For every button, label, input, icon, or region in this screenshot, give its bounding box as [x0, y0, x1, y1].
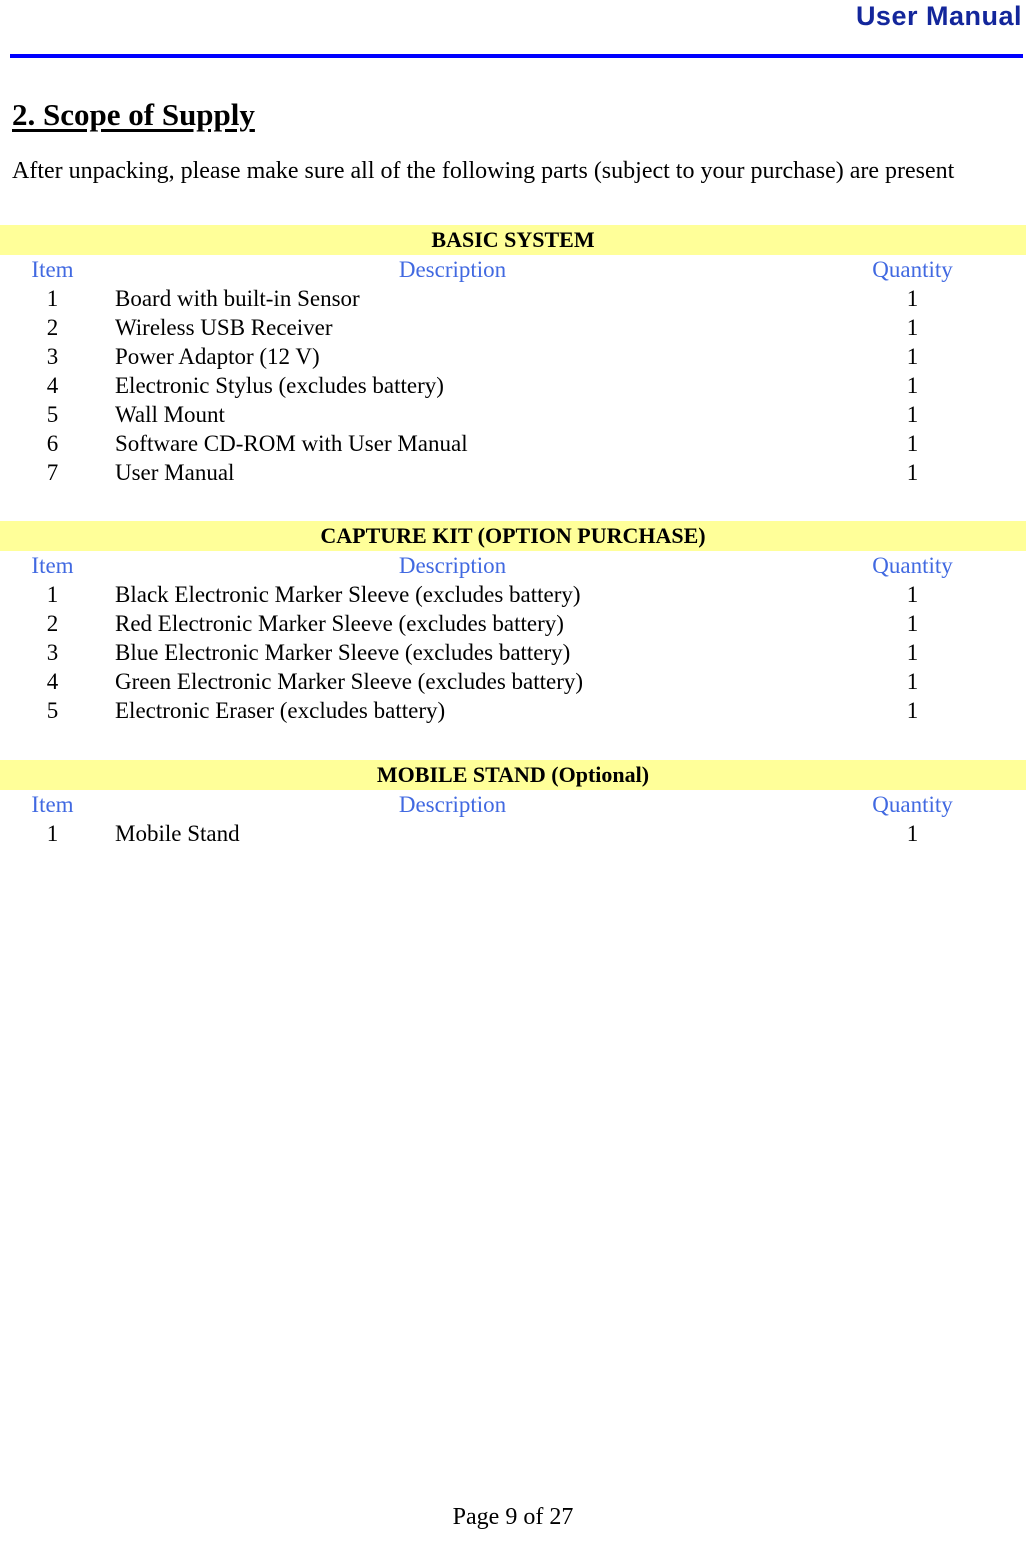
cell-quantity: 1 — [906, 640, 919, 665]
supply-table-capture-kit: CAPTURE KIT (OPTION PURCHASE) Item Descrip… — [0, 521, 1026, 725]
cell-quantity: 1 — [906, 582, 919, 607]
header-divider-rule — [10, 54, 1023, 58]
cell-item-number: 6 — [46, 431, 59, 456]
cell-quantity: 1 — [906, 821, 919, 846]
header-title: User Manual — [855, 1, 1022, 31]
cell-item-number: 4 — [46, 373, 59, 398]
cell-item-number: 1 — [46, 821, 59, 846]
cell-quantity: 1 — [906, 431, 919, 456]
cell-item-number: 7 — [46, 460, 59, 485]
column-header-quantity: Quantity — [872, 553, 953, 578]
table-row: 5 Wall Mount 1 — [0, 400, 1026, 429]
table-row: 2 Wireless USB Receiver 1 — [0, 313, 1026, 342]
table-header-row: Item Description Quantity — [0, 255, 1026, 284]
cell-quantity: 1 — [906, 698, 919, 723]
table-row: 4 Electronic Stylus (excludes battery) 1 — [0, 371, 1026, 400]
cell-description: Wireless USB Receiver — [115, 315, 333, 340]
table-row: 1 Mobile Stand 1 — [0, 819, 1026, 848]
cell-quantity: 1 — [906, 315, 919, 340]
cell-description: Electronic Stylus (excludes battery) — [115, 373, 444, 398]
page-header: User Manual — [0, 0, 1026, 58]
table-row: 1 Board with built-in Sensor 1 — [0, 284, 1026, 313]
cell-description: User Manual — [115, 460, 235, 485]
table-header-row: Item Description Quantity — [0, 790, 1026, 819]
cell-quantity: 1 — [906, 460, 919, 485]
table-row: 4 Green Electronic Marker Sleeve (exclude… — [0, 667, 1026, 696]
table-title-capture-kit: CAPTURE KIT (OPTION PURCHASE) — [0, 521, 1026, 551]
cell-description: Electronic Eraser (excludes battery) — [115, 698, 446, 723]
column-header-item: Item — [31, 257, 74, 282]
cell-description: Green Electronic Marker Sleeve (excludes… — [115, 669, 584, 694]
cell-item-number: 3 — [46, 344, 59, 369]
cell-quantity: 1 — [906, 611, 919, 636]
cell-item-number: 2 — [46, 611, 59, 636]
intro-paragraph: After unpacking, please make sure all of… — [12, 158, 955, 184]
supply-table-basic-system: BASIC SYSTEM Item Description Quantity 1 Boar… — [0, 225, 1026, 487]
table-row: 6 Software CD-ROM with User Manual 1 — [0, 429, 1026, 458]
cell-quantity: 1 — [906, 344, 919, 369]
column-header-quantity: Quantity — [872, 792, 953, 817]
table-row: 1 Black Electronic Marker Sleeve (exclude… — [0, 580, 1026, 609]
cell-description: Software CD-ROM with User Manual — [115, 431, 468, 456]
cell-description: Mobile Stand — [115, 821, 240, 846]
column-header-quantity: Quantity — [872, 257, 953, 282]
page-footer: Page 9 of 27 — [452, 1504, 574, 1530]
column-header-item: Item — [31, 553, 74, 578]
table-row: 2 Red Electronic Marker Sleeve (excludes … — [0, 609, 1026, 638]
cell-description: Wall Mount — [115, 402, 225, 427]
cell-item-number: 2 — [46, 315, 59, 340]
cell-description: Black Electronic Marker Sleeve (excludes… — [115, 582, 581, 607]
cell-description: Power Adaptor (12 V) — [115, 344, 320, 369]
supply-table-mobile-stand: MOBILE STAND (Optional) Item Description Qu… — [0, 760, 1026, 848]
table-row: 3 Blue Electronic Marker Sleeve (excludes… — [0, 638, 1026, 667]
column-header-description: Description — [398, 792, 507, 817]
cell-quantity: 1 — [906, 669, 919, 694]
cell-item-number: 5 — [46, 698, 59, 723]
cell-description: Red Electronic Marker Sleeve (excludes b… — [115, 611, 564, 636]
column-header-description: Description — [398, 257, 507, 282]
cell-quantity: 1 — [906, 373, 919, 398]
table-header-row: Item Description Quantity — [0, 551, 1026, 580]
cell-quantity: 1 — [906, 402, 919, 427]
cell-description: Board with built-in Sensor — [115, 286, 360, 311]
table-row: 5 Electronic Eraser (excludes battery) 1 — [0, 696, 1026, 725]
cell-item-number: 4 — [46, 669, 59, 694]
cell-item-number: 5 — [46, 402, 59, 427]
column-header-description: Description — [398, 553, 507, 578]
cell-quantity: 1 — [906, 286, 919, 311]
table-row: 3 Power Adaptor (12 V) 1 — [0, 342, 1026, 371]
cell-item-number: 3 — [46, 640, 59, 665]
table-row: 7 User Manual 1 — [0, 458, 1026, 487]
page-title: 2. Scope of Supply — [12, 97, 255, 132]
cell-item-number: 1 — [46, 582, 59, 607]
cell-description: Blue Electronic Marker Sleeve (excludes … — [115, 640, 571, 665]
table-title-mobile-stand: MOBILE STAND (Optional) — [0, 760, 1026, 790]
cell-item-number: 1 — [46, 286, 59, 311]
table-title-basic-system: BASIC SYSTEM — [0, 225, 1026, 255]
column-header-item: Item — [31, 792, 74, 817]
